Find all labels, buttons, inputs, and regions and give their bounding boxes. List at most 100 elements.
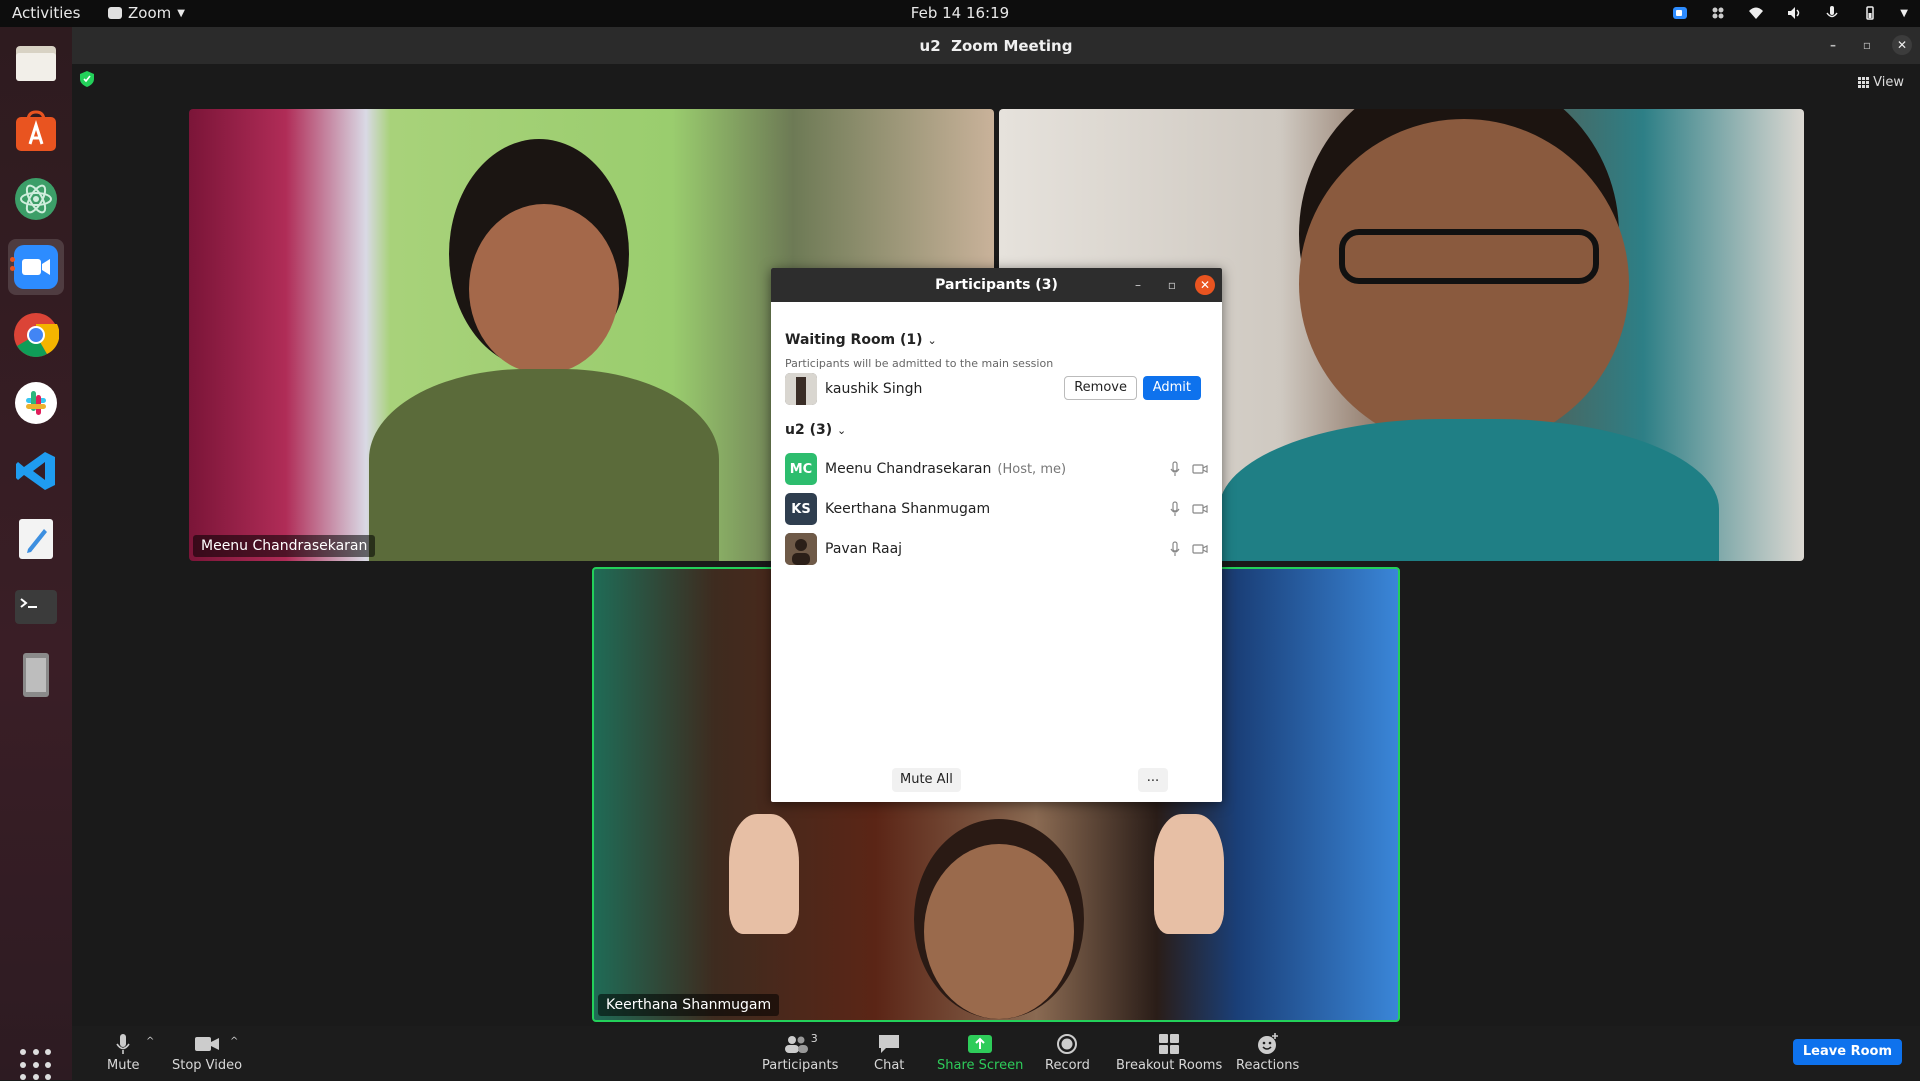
chevron-down-icon: ⌄ (837, 424, 847, 437)
microphone-icon[interactable] (1170, 501, 1180, 517)
share-screen-icon (968, 1035, 993, 1053)
microphone-icon[interactable] (1824, 5, 1840, 21)
raised-hand-left (729, 814, 799, 934)
camera-icon[interactable] (1192, 463, 1208, 475)
reactions-button[interactable]: Reactions (1236, 1032, 1299, 1073)
running-indicator (10, 257, 15, 262)
camera-icon[interactable] (1192, 543, 1208, 555)
meeting-group-header[interactable]: u2 (3) ⌄ (785, 422, 846, 438)
participants-panel-header[interactable]: Participants (3) – ▫ ✕ (771, 268, 1222, 302)
close-icon[interactable]: ✕ (1892, 35, 1912, 55)
battery-icon[interactable] (1862, 5, 1878, 21)
slack-tray-icon[interactable] (1710, 5, 1726, 21)
activities-button[interactable]: Activities (12, 4, 80, 22)
zoom-meeting-window: u2 Zoom Meeting – ▫ ✕ View Meenu Chandra… (72, 27, 1920, 1080)
dock-app-center[interactable] (8, 103, 64, 159)
terminal-icon (15, 590, 57, 624)
chat-label: Chat (874, 1058, 905, 1073)
participants-icon (784, 1036, 808, 1053)
window-title: u2 Zoom Meeting (919, 37, 1073, 55)
zoom-icon (14, 245, 58, 289)
dock-chrome[interactable] (8, 307, 64, 363)
participant-row[interactable]: MC Meenu Chandrasekaran (Host, me) (785, 453, 1210, 485)
participants-count: 3 (810, 1032, 818, 1045)
dock-removable-drive[interactable] (8, 647, 64, 703)
dock-zoom[interactable] (8, 239, 64, 295)
waiting-person-name: kaushik Singh (825, 381, 923, 397)
dock-text-editor[interactable] (8, 511, 64, 567)
audio-options-caret-icon[interactable]: ^ (146, 1036, 154, 1047)
encryption-shield-icon[interactable] (80, 71, 94, 87)
mute-label: Mute (107, 1058, 140, 1073)
drive-icon (23, 653, 49, 697)
participant-name: Keerthana Shanmugam (825, 501, 991, 517)
share-screen-button[interactable]: Share Screen (937, 1032, 1023, 1073)
atom-icon (15, 178, 57, 220)
minimize-icon[interactable]: – (1823, 35, 1843, 55)
breakout-rooms-button[interactable]: Breakout Rooms (1116, 1032, 1222, 1073)
view-button[interactable]: View (1858, 75, 1904, 90)
zoom-app-icon (108, 7, 122, 19)
record-label: Record (1045, 1058, 1090, 1073)
mute-all-button[interactable]: Mute All (892, 768, 961, 792)
participant-row[interactable]: Pavan Raaj (785, 533, 1210, 565)
caret-down-icon: ▼ (177, 7, 185, 19)
camera-icon[interactable] (1192, 503, 1208, 515)
admit-button[interactable]: Admit (1142, 376, 1201, 400)
app-menu[interactable]: Zoom ▼ (108, 4, 185, 22)
system-menu-caret-icon[interactable]: ▼ (1900, 8, 1908, 19)
dock-atom[interactable] (8, 171, 64, 227)
dock-vscode[interactable] (8, 443, 64, 499)
wifi-icon[interactable] (1748, 5, 1764, 21)
meeting-toolbar: Mute ^ Stop Video ^ 3 Participants Chat … (72, 1026, 1920, 1080)
chat-button[interactable]: Chat (874, 1032, 904, 1073)
dock-slack[interactable] (8, 375, 64, 431)
participant-name: Pavan Raaj (825, 541, 903, 557)
participant-name: Meenu Chandrasekaran (825, 461, 992, 477)
volume-icon[interactable] (1786, 5, 1802, 21)
raised-hand-right (1154, 814, 1224, 934)
show-applications-button[interactable] (20, 1049, 52, 1081)
microphone-icon (116, 1034, 130, 1054)
leave-room-button[interactable]: Leave Room (1792, 1039, 1902, 1065)
participants-button[interactable]: 3 Participants (762, 1032, 838, 1073)
restore-icon[interactable]: ▫ (1857, 35, 1877, 55)
avatar (785, 373, 817, 405)
participant-role: (Host, me) (997, 461, 1067, 477)
participant-body (369, 369, 719, 561)
system-top-bar: Activities Zoom ▼ Feb 14 16:19 ▼ (0, 0, 1920, 27)
dock-terminal[interactable] (8, 579, 64, 635)
slack-icon (15, 382, 57, 424)
microphone-icon[interactable] (1170, 541, 1180, 557)
app-menu-label: Zoom (128, 4, 172, 22)
maximize-icon[interactable]: ▫ (1162, 275, 1182, 295)
participant-face (469, 204, 619, 374)
close-icon[interactable]: ✕ (1195, 275, 1215, 295)
microphone-icon[interactable] (1170, 461, 1180, 477)
participant-name-label: Meenu Chandrasekaran (193, 535, 376, 557)
participants-panel: Participants (3) – ▫ ✕ Waiting Room (1) … (771, 268, 1222, 802)
waiting-room-header[interactable]: Waiting Room (1) ⌄ (785, 332, 937, 348)
zoom-tray-icon[interactable] (1672, 5, 1688, 21)
meeting-group-title: u2 (3) (785, 422, 833, 438)
window-titlebar[interactable]: u2 Zoom Meeting – ▫ ✕ (72, 27, 1920, 64)
share-screen-label: Share Screen (937, 1058, 1024, 1073)
clock[interactable]: Feb 14 16:19 (0, 4, 1920, 22)
chat-icon (879, 1035, 900, 1053)
waiting-room-person: kaushik Singh Remove Admit (785, 373, 1210, 405)
avatar: KS (785, 493, 817, 525)
system-tray[interactable]: ▼ (1672, 3, 1908, 23)
mute-button[interactable]: Mute (107, 1032, 140, 1073)
participant-body (1219, 419, 1719, 561)
avatar: MC (785, 453, 817, 485)
participants-panel-title: Participants (3) (935, 277, 1058, 293)
record-button[interactable]: Record (1045, 1032, 1090, 1073)
participant-row[interactable]: KS Keerthana Shanmugam (785, 493, 1210, 525)
video-options-caret-icon[interactable]: ^ (230, 1036, 238, 1047)
remove-button[interactable]: Remove (1064, 376, 1137, 400)
participant-face (924, 844, 1074, 1019)
minimize-icon[interactable]: – (1128, 275, 1148, 295)
dock-files[interactable] (8, 35, 64, 91)
more-options-button[interactable]: ... (1138, 768, 1168, 792)
video-camera-icon (195, 1037, 220, 1051)
